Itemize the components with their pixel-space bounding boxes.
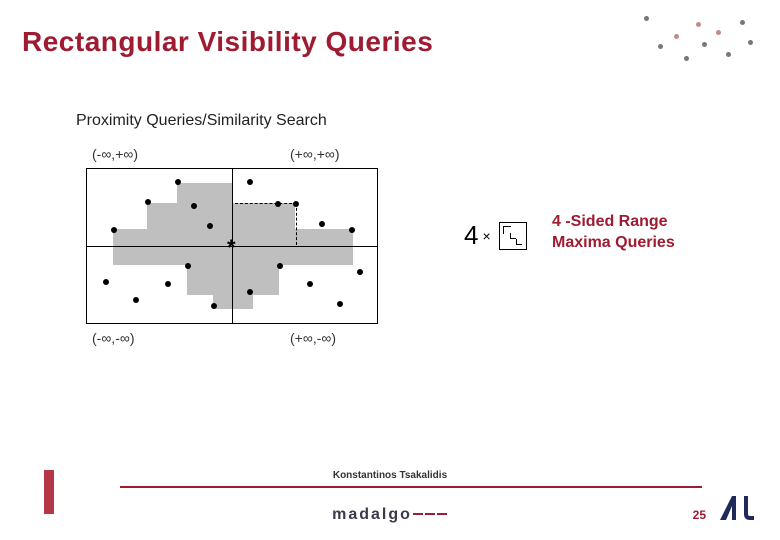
- times-icon: ×: [482, 228, 490, 244]
- corner-dots-decoration: [640, 12, 760, 72]
- annotation-multiplier: 4 ×: [464, 220, 527, 251]
- annotation-label-line1: 4 -Sided Range: [552, 212, 675, 233]
- slide-subtitle: Proximity Queries/Similarity Search: [76, 112, 327, 130]
- quadrant-label-top-left: (-∞,+∞): [92, 146, 138, 162]
- annotation-label: 4 -Sided Range Maxima Queries: [552, 212, 675, 254]
- footer-rule: [120, 486, 702, 488]
- slide-title: Rectangular Visibility Queries: [22, 26, 433, 58]
- page-number: 25: [693, 508, 706, 522]
- quadrant-label-top-right: (+∞,+∞): [290, 146, 340, 162]
- staircase-icon: [499, 222, 527, 250]
- footer-author: Konstantinos Tsakalidis: [0, 470, 780, 481]
- au-logo-icon: [716, 492, 756, 524]
- quadrant-label-bottom-right: (+∞,-∞): [290, 330, 336, 346]
- annotation-count: 4: [464, 220, 478, 251]
- annotation-label-line2: Maxima Queries: [552, 233, 675, 254]
- madalgo-wordmark: madalgo: [0, 506, 780, 524]
- quadrant-diagram: *: [86, 168, 378, 324]
- query-point-star-icon: *: [227, 237, 236, 259]
- slide-footer: Konstantinos Tsakalidis madalgo 25: [0, 466, 780, 540]
- quadrant-label-bottom-left: (-∞,-∞): [92, 330, 135, 346]
